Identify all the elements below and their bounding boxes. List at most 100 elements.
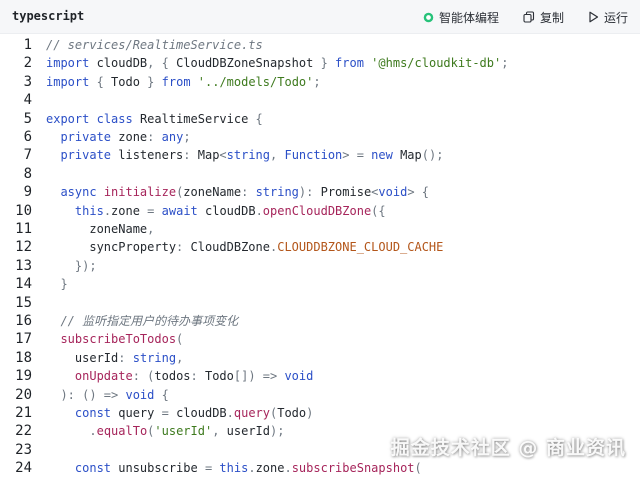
code-token: Promise [313, 185, 372, 200]
line-number: 10 [15, 202, 32, 219]
line-number: 12 [15, 239, 32, 256]
code-line: 6 private zone: any; [0, 128, 640, 146]
line-number: 15 [15, 294, 32, 311]
code-token: , [212, 424, 227, 439]
code-token: []) => [233, 369, 285, 384]
code-token: , [176, 350, 184, 365]
code-block-header: typescript 智能体编程 复制 运行 [0, 0, 640, 34]
code-token: todos [154, 369, 191, 384]
code-token: onUpdate [74, 369, 133, 384]
code-line: 9 async initialize(zoneName: string): Pr… [0, 183, 640, 201]
code-line: 3 import { Todo } from '../models/Todo'; [0, 73, 640, 91]
code-token: string [226, 148, 271, 163]
run-button[interactable]: 运行 [588, 9, 628, 26]
code-token: . [103, 203, 112, 218]
code-line: 5 export class RealtimeService { [0, 110, 640, 128]
copy-button[interactable]: 复制 [523, 9, 564, 26]
code-token: . [226, 406, 234, 420]
ai-agent-icon [423, 12, 434, 22]
run-label: 运行 [603, 10, 628, 25]
code-token: subscribeSnapshot [291, 461, 415, 476]
code-line: 19 onUpdate: (todos: Todo[]) => void [0, 367, 640, 385]
code-token: { [154, 387, 169, 402]
code-token: zoneName [46, 222, 148, 236]
code-token: string [132, 350, 177, 365]
code-token: listeners [111, 148, 184, 163]
code-token: async [60, 185, 97, 200]
code-line: 17 subscribeToTodos( [0, 330, 640, 348]
line-number: 17 [15, 331, 32, 348]
code-token: zone [111, 130, 148, 144]
code-token: Function [284, 148, 343, 163]
code-token: : [183, 148, 191, 163]
code-text: this.zone = await cloudDB.openCloudDBZon… [46, 202, 386, 220]
code-token: Todo [197, 369, 234, 384]
code-token: export [46, 111, 90, 126]
code-token: : [190, 369, 198, 384]
code-token: Map [190, 148, 220, 163]
code-token: (); [421, 148, 444, 163]
code-token: ; [501, 56, 509, 71]
code-token: } [313, 56, 336, 71]
code-token: const [74, 406, 112, 420]
code-token: cloudDB [89, 56, 148, 71]
code-token: void [284, 369, 314, 384]
code-token: } [46, 277, 68, 292]
code-token: initialize [103, 185, 177, 200]
code-token: CloudDBZone [183, 240, 270, 255]
line-number: 7 [23, 147, 32, 164]
code-text: const unsubscribe = this.zone.subscribeS… [46, 459, 422, 477]
code-token: unsubscribe [111, 461, 205, 476]
code-text: // services/RealtimeService.ts [46, 36, 263, 54]
code-token: equalTo [96, 424, 148, 439]
code-token: . [284, 461, 292, 476]
line-number: 19 [15, 368, 32, 385]
code-token: subscribeToTodos [60, 332, 177, 347]
code-editor[interactable]: 1 // services/RealtimeService.ts 2 import c… [0, 34, 640, 476]
code-token: ( [414, 461, 422, 476]
code-token: void [378, 185, 408, 200]
code-token: cloudDB [168, 406, 227, 420]
code-token: this [74, 203, 104, 218]
code-text: zoneName, [46, 220, 154, 238]
code-line: 18 userId: string, [0, 349, 640, 367]
code-token: . [89, 424, 97, 439]
code-line: 12 syncProperty: CloudDBZone.CLOUDDBZONE… [0, 238, 640, 256]
code-token: '@hms/cloudkit-db' [371, 56, 502, 71]
code-text: export class RealtimeService { [46, 110, 263, 128]
code-token: this [219, 461, 249, 476]
code-token: CLOUDDBZONE_CLOUD_CACHE [277, 240, 444, 255]
code-line: 16 // 监听指定用户的待办事项变化 [0, 312, 640, 330]
code-text: private listeners: Map<string, Function>… [46, 146, 443, 164]
code-token: zone [111, 203, 140, 218]
code-text: async initialize(zoneName: string): Prom… [46, 183, 429, 201]
language-label: typescript [12, 9, 85, 23]
code-token: , [270, 148, 285, 163]
code-text: // 监听指定用户的待办事项变化 [46, 312, 238, 330]
line-number: 18 [15, 349, 32, 366]
code-text: userId: string, [46, 349, 183, 367]
code-token: any [161, 130, 184, 144]
code-token: RealtimeService [132, 111, 256, 126]
ai-agent-coding-button[interactable]: 智能体编程 [423, 9, 499, 26]
code-token: await [161, 203, 198, 218]
code-line: 13 }); [0, 257, 640, 275]
code-token: { [89, 74, 112, 89]
line-number: 24 [15, 460, 32, 477]
code-token: ( [139, 369, 155, 384]
code-token: . [248, 461, 256, 476]
code-token: userId [226, 424, 271, 439]
code-line: 4 [0, 91, 640, 109]
code-text: syncProperty: CloudDBZone.CLOUDDBZONE_CL… [46, 238, 443, 256]
line-number: 11 [15, 221, 32, 237]
line-number: 20 [15, 386, 32, 403]
code-token: { [255, 111, 263, 126]
